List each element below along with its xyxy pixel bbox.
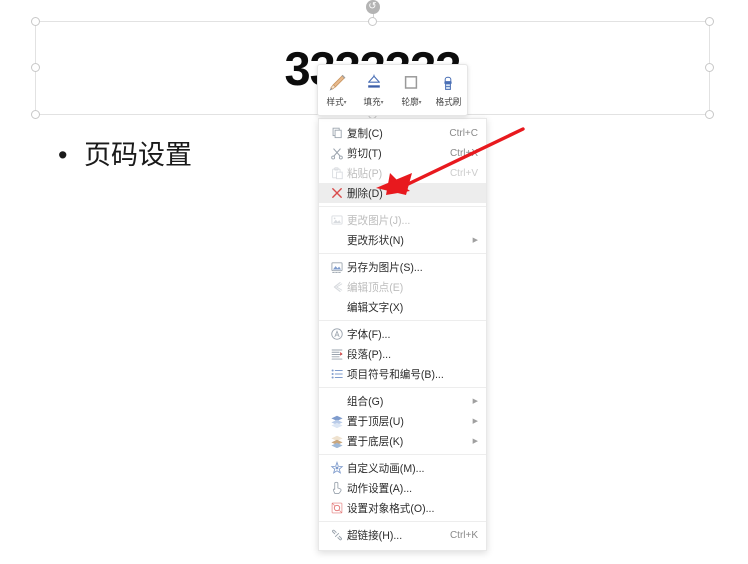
mini-floating-toolbar[interactable]: 样式▾ 填充▾ 轮廓▾ 格式刷 (317, 64, 468, 116)
menu-item-animation[interactable]: 自定义动画(M)... (319, 458, 486, 478)
menu-item-plain-12[interactable]: 组合(G) ▶ (319, 391, 486, 411)
no-icon-spacer (327, 300, 347, 314)
menu-item-label: 动作设置(A)... (347, 483, 413, 495)
menu-item-label: 复制(C) (347, 128, 383, 140)
delete-x-icon (327, 186, 347, 200)
fill-bucket-icon (363, 72, 385, 94)
mini-toolbar-format-painter-label: 格式刷 (435, 97, 462, 107)
paragraph-icon (327, 347, 347, 361)
submenu-chevron-right-icon: ▶ (472, 438, 478, 445)
mini-toolbar-style-button[interactable]: 样式▾ (318, 65, 355, 115)
context-menu[interactable]: 复制(C) Ctrl+C 剪切(T) Ctrl+X 粘贴(P) Ctrl+V 删除(D) 更改… (318, 118, 487, 551)
slide-body-text: 页码设置 (84, 140, 192, 170)
no-icon-spacer (327, 233, 347, 247)
menu-item-format-object[interactable]: 设置对象格式(O)... (319, 498, 486, 518)
resize-handle-top-left[interactable] (31, 17, 40, 26)
brush-icon (326, 72, 348, 94)
menu-separator (319, 320, 486, 321)
resize-handle-middle-right[interactable] (705, 63, 714, 72)
menu-item-bullets[interactable]: 项目符号和编号(B)... (319, 364, 486, 384)
menu-separator (319, 454, 486, 455)
menu-item-label: 编辑文字(X) (347, 302, 404, 314)
chevron-down-icon: ▾ (381, 100, 384, 107)
menu-item-delete-x[interactable]: 删除(D) (319, 183, 486, 203)
menu-separator (319, 521, 486, 522)
mini-toolbar-format-painter-button[interactable]: 格式刷 (430, 65, 467, 115)
menu-item-shortcut: Ctrl+X (449, 147, 478, 159)
edit-vertex-icon (327, 280, 347, 294)
resize-handle-bottom-right[interactable] (705, 110, 714, 119)
menu-item-label: 项目符号和编号(B)... (347, 369, 444, 381)
menu-item-paste: 粘贴(P) Ctrl+V (319, 163, 486, 183)
menu-item-label: 删除(D) (347, 188, 383, 200)
menu-item-label: 自定义动画(M)... (347, 463, 425, 475)
animation-icon (327, 461, 347, 475)
menu-item-paragraph[interactable]: 段落(P)... (319, 344, 486, 364)
format-painter-icon (437, 72, 459, 94)
menu-item-change-picture: 更改图片(J)... (319, 210, 486, 230)
hyperlink-icon (327, 528, 347, 542)
menu-item-shortcut: Ctrl+C (449, 127, 478, 139)
chevron-down-icon: ▾ (418, 100, 422, 107)
menu-item-label: 置于底层(K) (347, 436, 404, 448)
menu-item-label: 更改图片(J)... (347, 215, 411, 227)
action-settings-icon (327, 481, 347, 495)
save-image-icon (327, 260, 347, 274)
menu-item-edit-vertex: 编辑顶点(E) (319, 277, 486, 297)
scissors-icon (327, 146, 347, 160)
format-object-icon (327, 501, 347, 515)
mini-toolbar-fill-label: 填充▾ (363, 97, 384, 107)
resize-handle-middle-left[interactable] (31, 63, 40, 72)
send-back-icon (327, 434, 347, 448)
resize-handle-bottom-left[interactable] (31, 110, 40, 119)
mini-toolbar-outline-label: 轮廓▾ (401, 97, 422, 107)
menu-item-label: 更改形状(N) (347, 235, 404, 247)
slide-body-bullet-line[interactable]: • 页码设置 (58, 133, 192, 172)
menu-item-label: 组合(G) (347, 396, 384, 408)
menu-item-send-back[interactable]: 置于底层(K) ▶ (319, 431, 486, 451)
menu-item-shortcut: Ctrl+V (449, 167, 478, 179)
menu-item-label: 另存为图片(S)... (347, 262, 423, 274)
menu-separator (319, 206, 486, 207)
menu-item-action-settings[interactable]: 动作设置(A)... (319, 478, 486, 498)
no-icon-spacer (327, 394, 347, 408)
menu-item-label: 剪切(T) (347, 148, 382, 160)
menu-item-save-image[interactable]: 另存为图片(S)... (319, 257, 486, 277)
mini-toolbar-outline-button[interactable]: 轮廓▾ (393, 65, 430, 115)
menu-item-label: 超链接(H)... (347, 530, 403, 542)
menu-item-label: 置于顶层(U) (347, 416, 404, 428)
outline-square-icon (400, 72, 422, 94)
rotate-handle[interactable]: ↺ (365, 0, 380, 14)
font-icon (327, 327, 347, 341)
menu-item-label: 粘贴(P) (347, 168, 383, 180)
paste-icon (327, 166, 347, 180)
mini-toolbar-fill-button[interactable]: 填充▾ (355, 65, 392, 115)
menu-item-copy[interactable]: 复制(C) Ctrl+C (319, 123, 486, 143)
submenu-chevron-right-icon: ▶ (472, 237, 478, 244)
chevron-down-icon: ▾ (343, 100, 347, 107)
copy-icon (327, 126, 347, 140)
bullet-glyph: • (58, 140, 68, 170)
bring-front-icon (327, 414, 347, 428)
menu-item-label: 设置对象格式(O)... (347, 503, 435, 515)
submenu-chevron-right-icon: ▶ (472, 418, 478, 425)
bullets-icon (327, 367, 347, 381)
menu-item-hyperlink[interactable]: 超链接(H)... Ctrl+K (319, 525, 486, 545)
menu-item-label: 段落(P)... (347, 349, 392, 361)
menu-item-plain-5[interactable]: 更改形状(N) ▶ (319, 230, 486, 250)
menu-item-label: 字体(F)... (347, 329, 391, 341)
change-picture-icon (327, 213, 347, 227)
menu-item-scissors[interactable]: 剪切(T) Ctrl+X (319, 143, 486, 163)
menu-separator (319, 387, 486, 388)
menu-item-shortcut: Ctrl+K (449, 529, 478, 541)
menu-separator (319, 253, 486, 254)
resize-handle-top-center[interactable] (367, 17, 377, 26)
menu-item-plain-8[interactable]: 编辑文字(X) (319, 297, 486, 317)
menu-item-font[interactable]: 字体(F)... (319, 324, 486, 344)
mini-toolbar-style-label: 样式▾ (326, 97, 347, 107)
menu-item-label: 编辑顶点(E) (347, 282, 404, 294)
resize-handle-top-right[interactable] (705, 17, 714, 26)
menu-item-bring-front[interactable]: 置于顶层(U) ▶ (319, 411, 486, 431)
submenu-chevron-right-icon: ▶ (472, 398, 478, 405)
